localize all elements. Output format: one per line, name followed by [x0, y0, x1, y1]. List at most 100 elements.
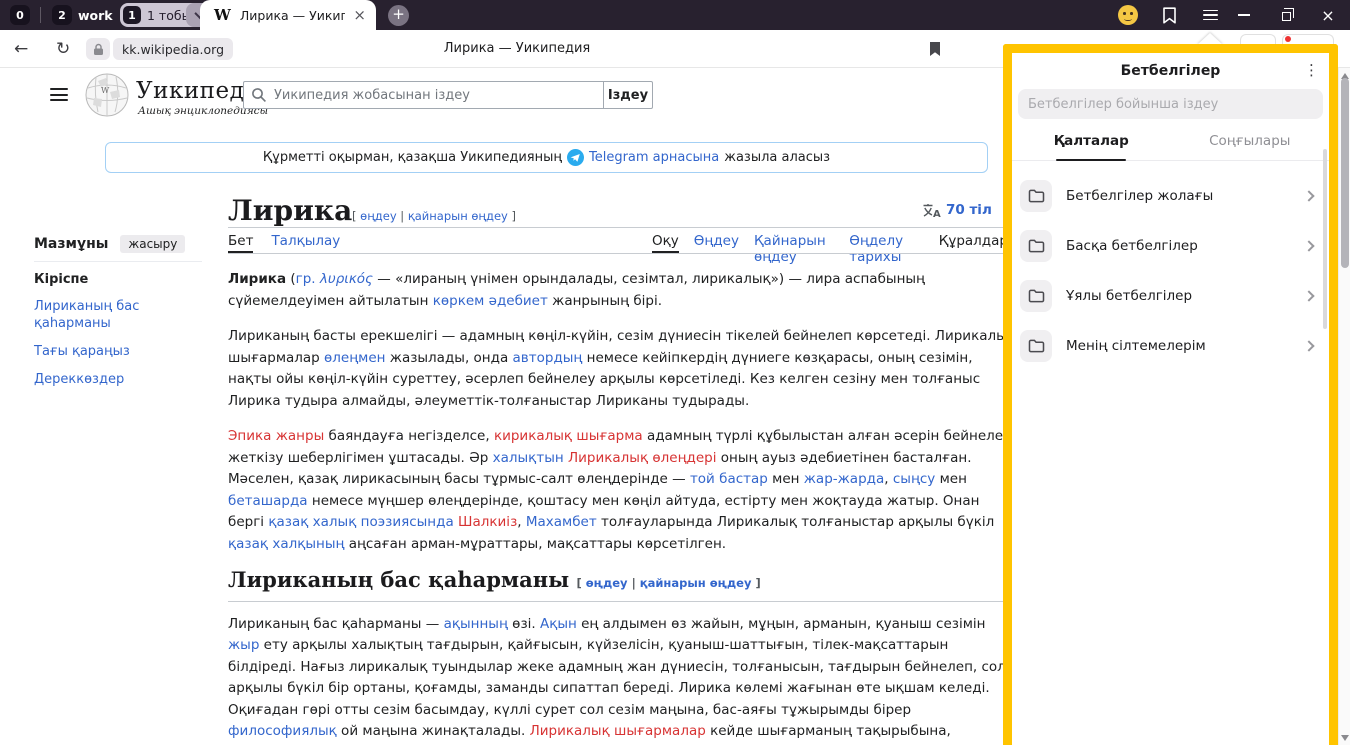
bookmarks-search-input[interactable]	[1018, 89, 1323, 119]
paragraph-1: Лирика (гр. λυρικός — «лираның үнімен ор…	[228, 269, 1016, 312]
folder-icon	[1028, 189, 1045, 203]
tab-folders[interactable]: Қалталар	[1012, 133, 1171, 160]
avatar-mouth	[1124, 17, 1132, 21]
search-icon	[251, 87, 267, 103]
toc-item-hero[interactable]: Лириканың бас қаһарманы	[34, 298, 174, 332]
panel-menu-button[interactable]: ⋮	[1304, 61, 1319, 79]
page-tabs-left: Бет Талқылау	[228, 233, 340, 253]
wiki-search-button[interactable]: Іздеу	[603, 81, 653, 109]
folder-label: Бетбелгілер жолағы	[1066, 188, 1291, 204]
tab-tools[interactable]: Құралдар	[939, 233, 1008, 253]
wiki-search: Іздеу	[243, 81, 653, 109]
paragraph-4: Лириканың бас қаһарманы — ақынның өзі. А…	[228, 614, 1016, 745]
chevron-right-icon	[1303, 240, 1314, 251]
url-text: kk.wikipedia.org	[113, 42, 233, 57]
bookmark-filled-icon	[928, 41, 942, 57]
folder-row-my-links[interactable]: Менің сілтемелерім	[1012, 321, 1329, 371]
address-page-title: Лирика — Уикипедия	[444, 41, 590, 56]
telegram-banner: Құрметті оқырман, қазақша Уикипедияның T…	[105, 142, 988, 173]
toc-divider	[34, 261, 202, 262]
folder-icon	[1028, 239, 1045, 253]
section-heading: Лириканың бас қаһарманы [ өңдеу | қайнар…	[228, 569, 1016, 602]
wikipedia-logo[interactable]: W	[84, 72, 130, 122]
bookmark-icon	[1161, 6, 1178, 25]
wiki-main-menu-button[interactable]	[50, 88, 68, 101]
toc-header: Мазмұны	[34, 236, 108, 252]
title-edit-links[interactable]: [ өңдеу | қайнарын өңдеу ]	[352, 209, 516, 223]
toc-item-intro[interactable]: Кіріспе	[34, 272, 210, 287]
wikipedia-favicon: W	[214, 6, 231, 24]
bookmark-page-button[interactable]	[928, 30, 942, 68]
lock-icon	[93, 43, 104, 56]
svg-text:W: W	[101, 86, 110, 95]
site-security-button[interactable]	[86, 38, 110, 60]
banner-text-after: жазыла аласыз	[724, 150, 830, 165]
scroll-down-arrow[interactable]	[1341, 735, 1349, 741]
folder-row-bookmarks-bar[interactable]: Бетбелгілер жолағы	[1012, 171, 1329, 221]
bookmarks-panel-title: Бетбелгілер	[1121, 63, 1221, 79]
tabs-rule	[228, 253, 1008, 254]
page-tabs-right: Оқу Өңдеу Қайнарын өңдеу Өңделу тарихы Қ…	[652, 233, 1008, 253]
window-minimize-button[interactable]	[1234, 0, 1254, 30]
avatar-eye	[1130, 12, 1133, 15]
article-body: Лирика (гр. λυρικός — «лираның үнімен ор…	[228, 269, 1016, 745]
new-tab-button[interactable]: +	[388, 5, 409, 26]
table-of-contents: Мазмұны жасыру Кіріспе Лириканың бас қаһ…	[34, 235, 210, 399]
tab-edit-source[interactable]: Қайнарын өңдеу	[754, 233, 834, 253]
url-chip[interactable]: kk.wikipedia.org	[113, 38, 233, 60]
reload-button[interactable]: ↻	[56, 30, 70, 68]
page-scrollbar[interactable]	[1338, 68, 1350, 745]
tab-close-icon[interactable]: ×	[353, 6, 366, 24]
profile-avatar[interactable]	[1118, 5, 1138, 25]
tab-read[interactable]: Оқу	[652, 233, 679, 253]
chevron-right-icon	[1303, 190, 1314, 201]
scrollbar-thumb[interactable]	[1341, 78, 1349, 268]
folder-row-mobile-bookmarks[interactable]: Ұялы бетбелгілер	[1012, 271, 1329, 321]
folder-row-other-bookmarks[interactable]: Басқа бетбелгілер	[1012, 221, 1329, 271]
article-title: Лирика	[228, 194, 352, 227]
translate-icon: A	[922, 203, 941, 218]
paragraph-3: Эпика жанры баяндауға негізделсе, кирика…	[228, 426, 1016, 555]
telegram-icon	[567, 149, 584, 166]
folder-label: Басқа бетбелгілер	[1066, 238, 1291, 254]
bookmarks-toolbar-button[interactable]	[1157, 0, 1181, 30]
toc-item-references[interactable]: Дереккөздер	[34, 371, 174, 388]
language-count[interactable]: 70 тіл	[946, 202, 992, 218]
section-edit-links[interactable]: [ өңдеу | қайнарын өңдеу ]	[577, 576, 761, 590]
tab-recent[interactable]: Соңғылары	[1171, 133, 1330, 160]
tab-page[interactable]: Бет	[228, 233, 253, 253]
wiki-search-input[interactable]	[243, 81, 603, 109]
tab-discussion[interactable]: Талқылау	[271, 233, 340, 253]
window-restore-button[interactable]	[1276, 0, 1296, 30]
notification-dot	[1285, 36, 1291, 42]
panel-scrollbar-thumb[interactable]	[1323, 149, 1327, 329]
avatar-eye	[1123, 12, 1126, 15]
paragraph-2: Лириканың басты ерекшелігі — адамның көң…	[228, 326, 1016, 412]
folder-label: Ұялы бетбелгілер	[1066, 288, 1291, 304]
folder-icon	[1028, 339, 1045, 353]
back-button[interactable]: ←	[14, 30, 28, 68]
folder-icon	[1028, 289, 1045, 303]
title-rule	[228, 227, 1008, 228]
toc-hide-button[interactable]: жасыру	[120, 235, 185, 253]
minimize-icon	[1238, 14, 1250, 16]
workspace-label-work[interactable]: work	[78, 8, 113, 23]
restore-icon	[1282, 12, 1291, 21]
language-selector[interactable]: A 70 тіл	[922, 202, 992, 218]
folder-label: Менің сілтемелерім	[1066, 338, 1291, 354]
browser-topbar: 0 2 work 1 1 тобы W Лирика — Уикипедия ×…	[0, 0, 1350, 30]
browser-menu-button[interactable]	[1200, 0, 1220, 30]
workspace-divider	[40, 7, 41, 23]
workspace-badge-work[interactable]: 2	[52, 5, 72, 25]
active-tab[interactable]: W Лирика — Уикипедия ×	[200, 0, 376, 30]
hamburger-icon	[1203, 10, 1218, 21]
tab-history[interactable]: Өңделу тарихы	[849, 233, 923, 253]
bookmarks-tabs: Қалталар Соңғылары	[1012, 133, 1329, 161]
bookmarks-panel: Бетбелгілер ⋮ Қалталар Соңғылары Бетбелг…	[1003, 44, 1338, 745]
toc-item-seealso[interactable]: Тағы қараңыз	[34, 343, 174, 360]
tab-edit[interactable]: Өңдеу	[694, 233, 739, 253]
telegram-channel-link[interactable]: Telegram арнасына	[589, 150, 719, 165]
workspace-badge-0[interactable]: 0	[10, 5, 30, 25]
window-close-button[interactable]: ×	[1318, 0, 1338, 30]
tab-group-count: 1	[123, 6, 141, 24]
